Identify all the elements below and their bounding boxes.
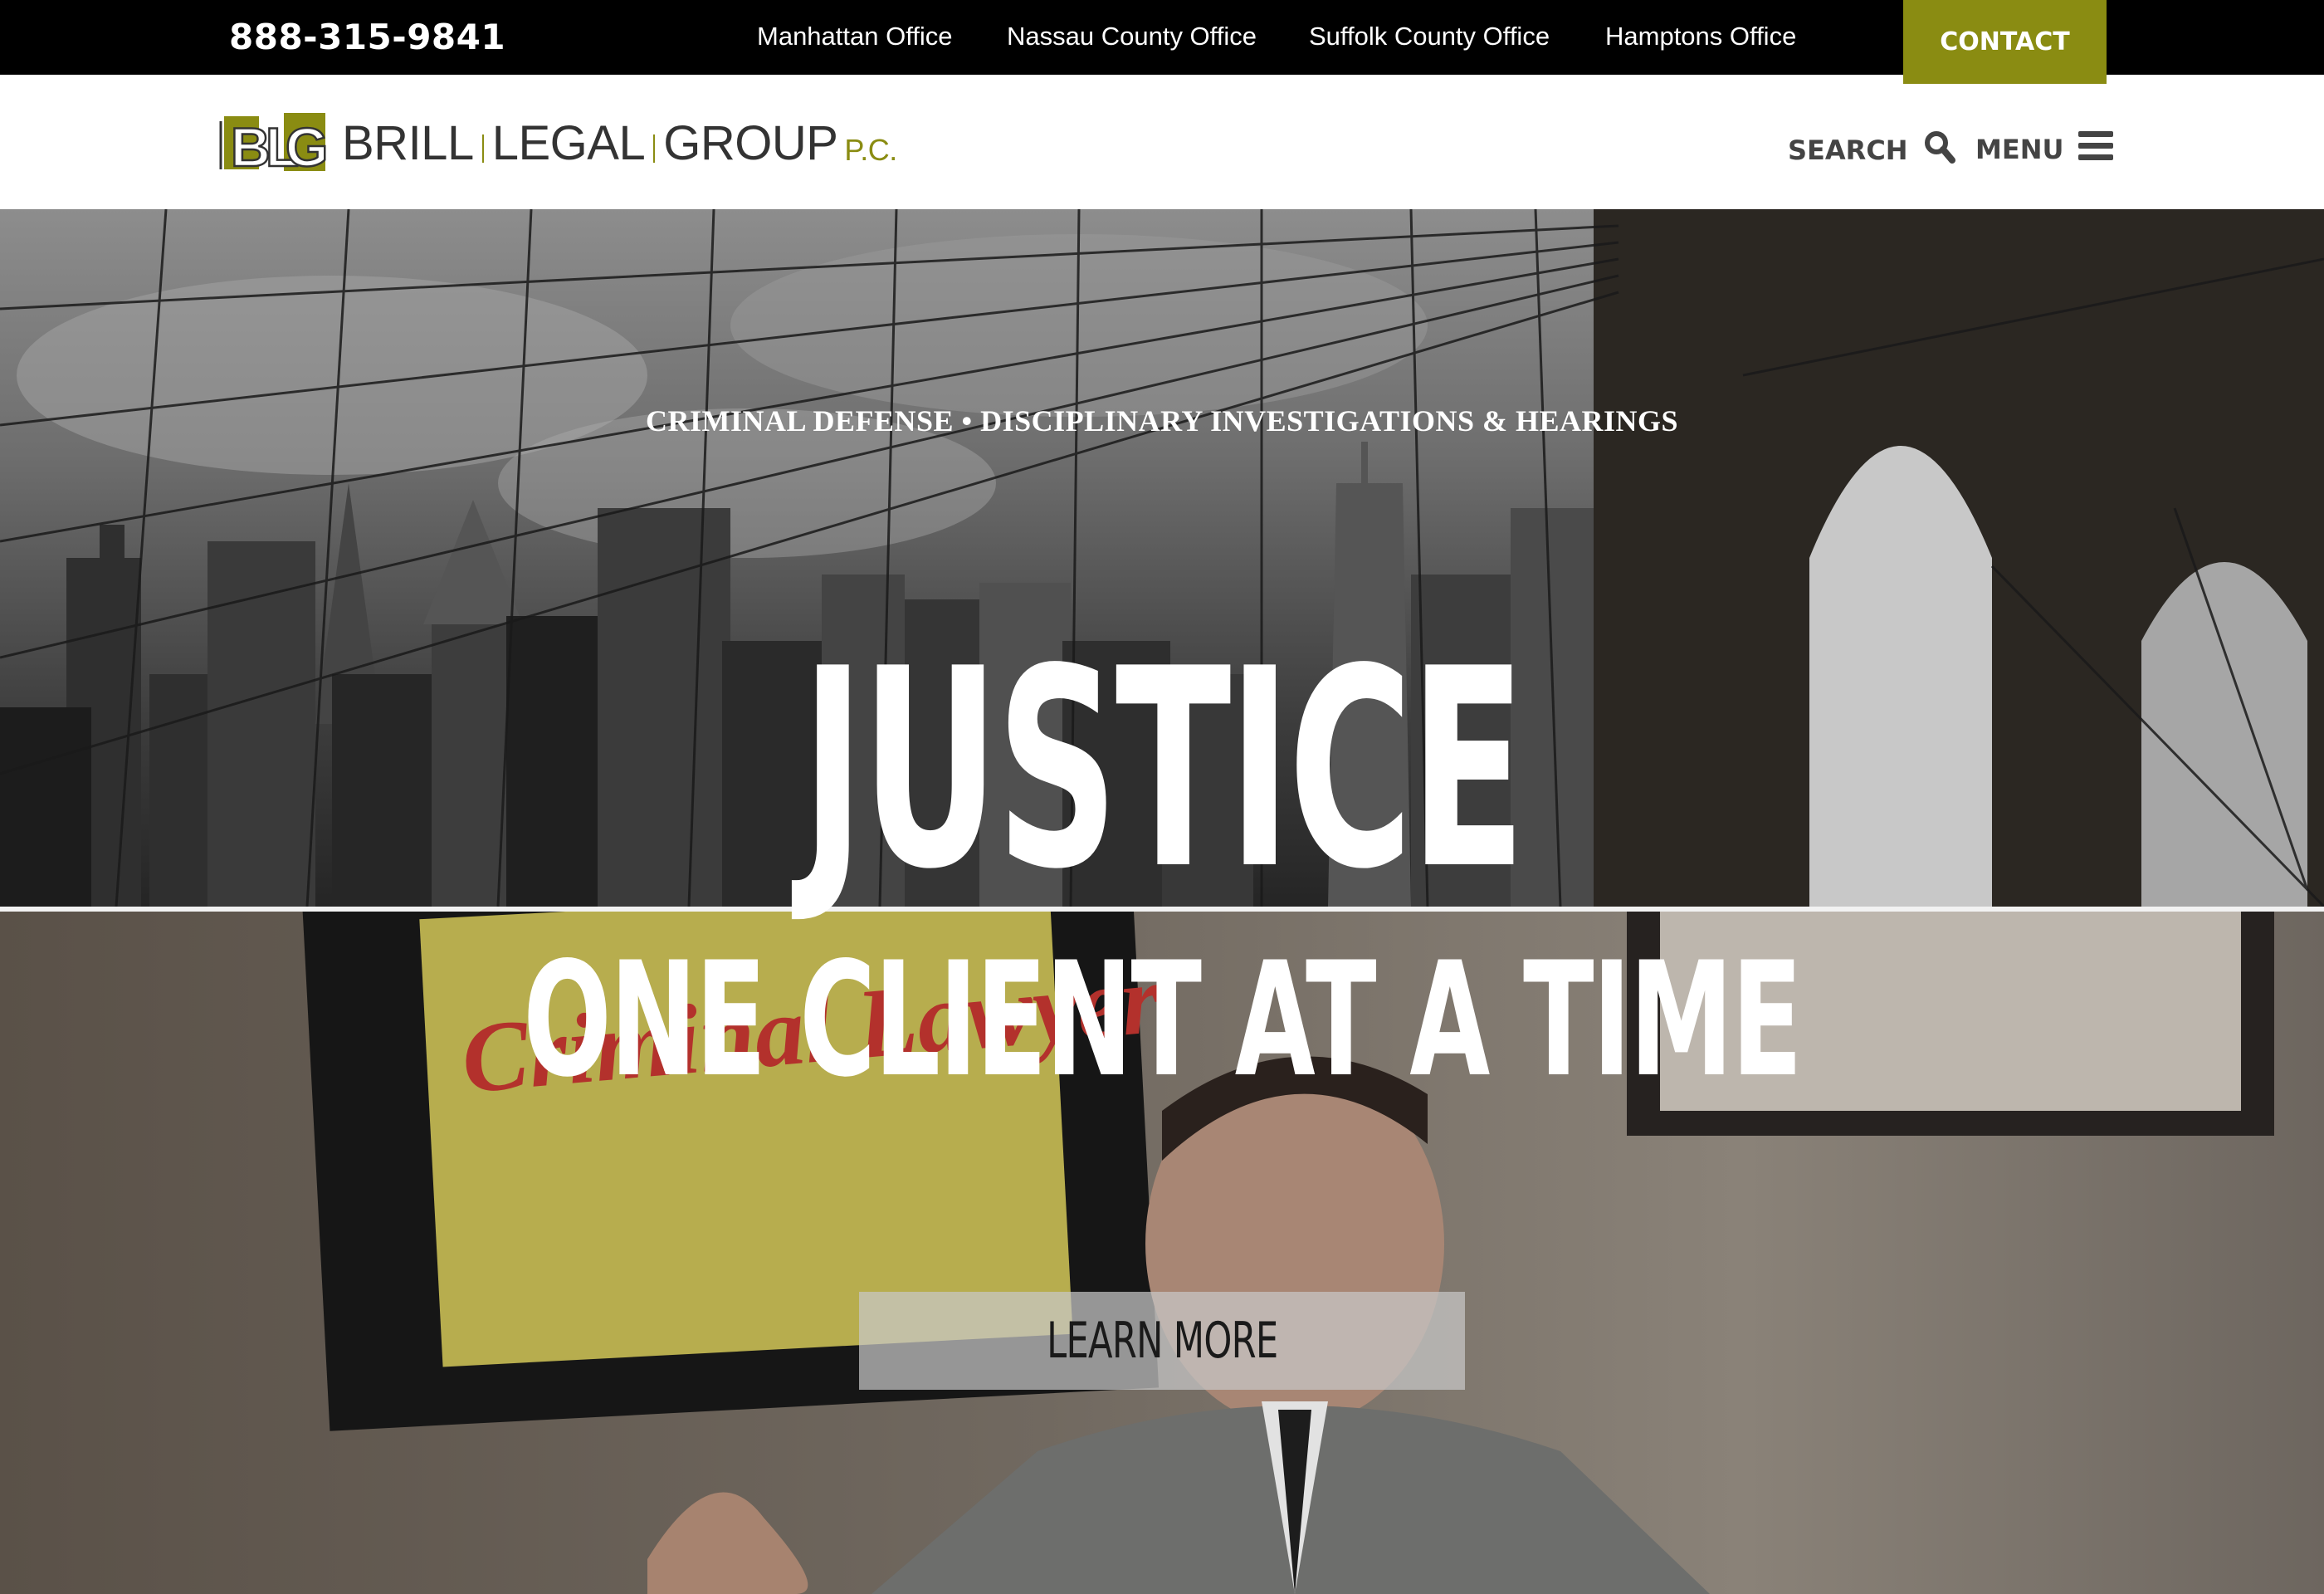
logo-separator — [653, 134, 656, 163]
logo-separator — [481, 134, 484, 163]
office-link-nassau[interactable]: Nassau County Office — [1007, 22, 1257, 51]
hamburger-menu-icon — [2078, 130, 2114, 169]
contact-button[interactable]: CONTACT — [1903, 0, 2107, 84]
hero-banner: Criminal Lawyer CRIMINAL DEFENSE • DISCI… — [0, 209, 2324, 1594]
learn-more-label: LEARN MORE — [1046, 1312, 1278, 1370]
logo-word-brill: BRILL — [342, 115, 474, 170]
logo-wordmark: BRILL LEGAL GROUP P.C. — [342, 115, 897, 171]
hero-tagline: CRIMINAL DEFENSE • DISCIPLINARY INVESTIG… — [645, 404, 1679, 438]
office-link-hamptons[interactable]: Hamptons Office — [1605, 22, 1796, 51]
search-button[interactable]: SEARCH — [1788, 130, 1956, 171]
logo-word-legal: LEGAL — [491, 115, 646, 170]
menu-label: MENU — [1975, 134, 2064, 165]
hero-subheadline: ONE CLIENT AT A TIME — [523, 928, 1803, 1112]
brand-logo[interactable]: B L G BRILL LEGAL GROUP P.C. — [219, 111, 897, 174]
office-link-suffolk[interactable]: Suffolk County Office — [1309, 22, 1550, 51]
office-link-manhattan[interactable]: Manhattan Office — [757, 22, 953, 51]
site-header: B L G BRILL LEGAL GROUP P.C. SEARCH MENU — [0, 75, 2324, 209]
svg-text:B: B — [231, 116, 271, 174]
search-label: SEARCH — [1788, 134, 1908, 166]
svg-text:G: G — [286, 116, 328, 174]
learn-more-button[interactable]: LEARN MORE — [859, 1292, 1465, 1390]
hero-headline: JUSTICE — [801, 610, 1526, 929]
logo-mark: B L G — [219, 111, 330, 174]
logo-suffix: P.C. — [844, 132, 897, 167]
top-utility-bar: 888-315-9841 Manhattan Office Nassau Cou… — [0, 0, 2324, 84]
logo-word-group: GROUP — [663, 115, 838, 170]
menu-button[interactable]: MENU — [1975, 130, 2114, 169]
search-icon — [1923, 130, 1956, 171]
